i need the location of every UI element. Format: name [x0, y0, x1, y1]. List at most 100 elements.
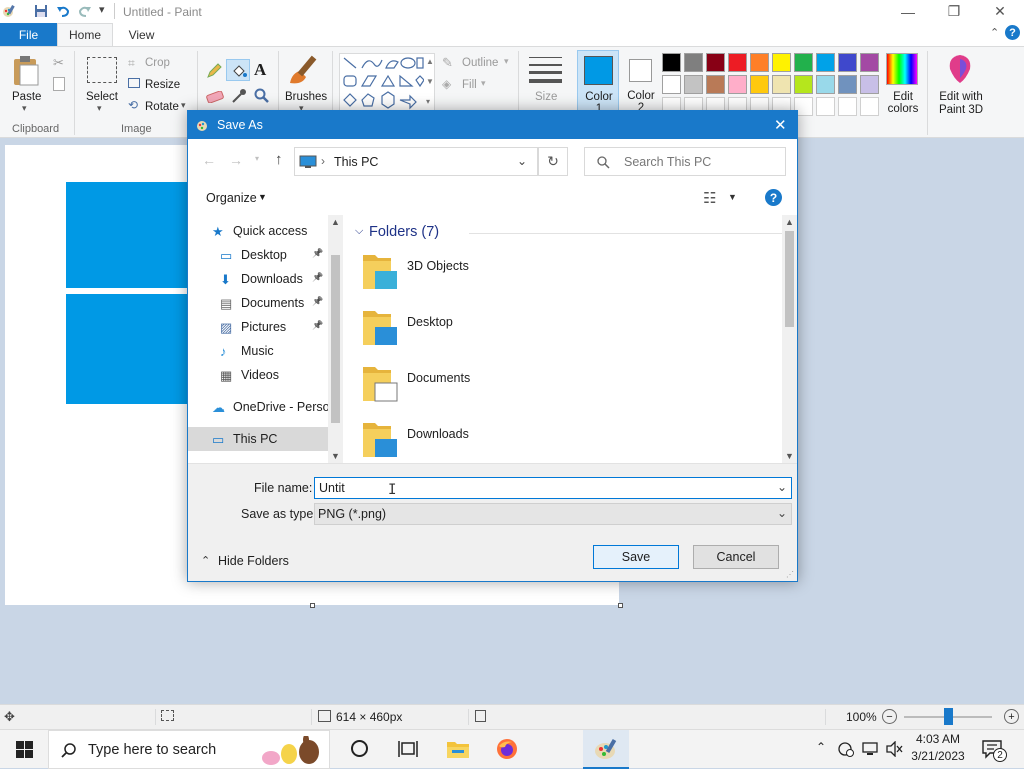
eraser-icon[interactable] — [206, 91, 224, 103]
palette-swatch[interactable] — [816, 97, 835, 116]
pencil-icon[interactable] — [206, 63, 222, 79]
clock-date[interactable]: 3/21/2023 — [909, 749, 967, 763]
task-view-icon[interactable] — [398, 740, 418, 758]
brushes-button[interactable]: Brushes — [285, 91, 327, 103]
palette-swatch[interactable] — [706, 53, 725, 72]
forward-icon[interactable]: → — [229, 152, 243, 168]
resize-grip-icon[interactable]: ⋰ — [786, 570, 794, 579]
palette-swatch[interactable] — [684, 75, 703, 94]
paste-dropdown-icon[interactable]: ▾ — [22, 103, 27, 114]
save-as-type-select[interactable]: PNG (*.png) ⌄ — [314, 503, 792, 525]
palette-swatch[interactable] — [706, 75, 725, 94]
palette-swatch[interactable] — [750, 75, 769, 94]
tab-view[interactable]: View — [113, 23, 170, 46]
show-hidden-icons-icon[interactable]: ⌃ — [816, 740, 826, 754]
palette-swatch[interactable] — [860, 75, 879, 94]
palette-swatch[interactable] — [728, 53, 747, 72]
dialog-help-icon[interactable]: ? — [765, 189, 782, 206]
paste-icon[interactable] — [12, 55, 42, 87]
view-dropdown-icon[interactable]: ▼ — [728, 192, 737, 202]
close-button[interactable]: ✕ — [977, 0, 1023, 23]
cut-icon[interactable]: ✂ — [53, 55, 64, 71]
nav-item-onedrive-person[interactable]: ☁ OneDrive - Person — [188, 395, 328, 419]
text-tool-icon[interactable]: A — [254, 60, 266, 80]
palette-swatch[interactable] — [772, 53, 791, 72]
windows-start-icon[interactable] — [16, 741, 33, 758]
nav-item-downloads[interactable]: ⬇ Downloads 📌 — [188, 267, 328, 291]
palette-swatch[interactable] — [860, 97, 879, 116]
select-dropdown-icon[interactable]: ▾ — [97, 103, 102, 114]
nav-item-desktop[interactable]: ▭ Desktop 📌 — [188, 243, 328, 267]
color-picker-icon[interactable] — [231, 88, 247, 104]
taskbar-search-box[interactable]: Type here to search — [48, 730, 330, 769]
fill-dropdown-icon[interactable]: ▾ — [481, 78, 486, 89]
address-bar[interactable]: › This PC ⌄ — [294, 147, 538, 176]
organize-dropdown-icon[interactable]: ▼ — [258, 192, 267, 202]
pin-icon[interactable]: 📌 — [312, 272, 323, 283]
recent-locations-icon[interactable]: ▾ — [255, 154, 259, 163]
display-icon[interactable] — [861, 741, 879, 757]
cortana-icon[interactable] — [351, 740, 368, 757]
canvas-resize-handle-bottom[interactable] — [310, 603, 315, 608]
hide-folders-button[interactable]: Hide Folders — [218, 554, 289, 568]
network-icon[interactable] — [837, 741, 855, 757]
clock-time[interactable]: 4:03 AM — [913, 732, 963, 746]
folder-item-3d-objects[interactable]: 3D Objects — [363, 249, 671, 301]
tab-file[interactable]: File — [0, 23, 57, 46]
pin-icon[interactable]: 📌 — [312, 296, 323, 307]
outline-button[interactable]: Outline — [462, 57, 498, 69]
minimize-button[interactable]: — — [885, 0, 931, 23]
palette-swatch[interactable] — [838, 97, 857, 116]
magnifier-icon[interactable] — [254, 88, 270, 104]
palette-swatch[interactable] — [838, 53, 857, 72]
palette-swatch[interactable] — [816, 53, 835, 72]
outline-icon[interactable]: ✎ — [442, 55, 453, 71]
paste-button[interactable]: Paste — [12, 91, 41, 103]
nav-item-this-pc[interactable]: ▭ This PC — [188, 427, 328, 451]
content-scrollbar-thumb[interactable] — [785, 231, 794, 327]
nav-scrollbar[interactable]: ▲ ▼ — [328, 215, 343, 463]
crop-icon[interactable]: ⌗ — [128, 56, 135, 71]
brushes-icon[interactable] — [286, 53, 322, 87]
paint3d-icon[interactable] — [946, 53, 974, 85]
nav-scroll-up-icon[interactable]: ▲ — [331, 217, 340, 227]
folder-item-documents[interactable]: Documents — [363, 361, 671, 413]
undo-icon[interactable] — [56, 4, 70, 18]
firefox-icon[interactable] — [496, 738, 518, 760]
shapes-scroll-up-icon[interactable]: ▲ — [426, 57, 434, 66]
zoom-out-icon[interactable]: − — [882, 709, 897, 724]
maximize-button[interactable]: ❐ — [931, 0, 977, 23]
canvas-resize-handle-corner[interactable] — [618, 603, 623, 608]
select-button[interactable]: Select — [86, 91, 118, 103]
palette-swatch[interactable] — [662, 53, 681, 72]
dialog-close-icon[interactable]: ✕ — [774, 116, 787, 134]
copy-icon[interactable] — [53, 77, 65, 91]
palette-swatch[interactable] — [662, 75, 681, 94]
rotate-button[interactable]: Rotate — [145, 101, 179, 113]
folders-group-header[interactable]: Folders (7) — [369, 224, 439, 240]
fill-bucket-tool[interactable] — [226, 59, 250, 81]
palette-swatch[interactable] — [772, 75, 791, 94]
rotate-dropdown-icon[interactable]: ▾ — [181, 100, 186, 111]
palette-swatch[interactable] — [794, 53, 813, 72]
nav-scroll-down-icon[interactable]: ▼ — [331, 451, 340, 461]
palette-swatch[interactable] — [750, 53, 769, 72]
resize-icon[interactable] — [128, 78, 140, 88]
palette-swatch[interactable] — [816, 75, 835, 94]
back-icon[interactable]: ← — [202, 152, 216, 168]
content-scroll-up-icon[interactable]: ▲ — [785, 217, 794, 227]
help-icon[interactable]: ? — [1005, 25, 1020, 40]
file-explorer-icon[interactable] — [446, 739, 470, 759]
folder-item-downloads[interactable]: Downloads — [363, 417, 671, 469]
save-button[interactable]: Save — [593, 545, 679, 569]
file-name-input[interactable]: Untit ⌄ — [314, 477, 792, 499]
nav-item-music[interactable]: ♪ Music — [188, 339, 328, 363]
palette-swatch[interactable] — [684, 53, 703, 72]
volume-muted-icon[interactable] — [885, 741, 903, 757]
nav-scrollbar-thumb[interactable] — [331, 255, 340, 423]
palette-swatch[interactable] — [794, 75, 813, 94]
size-button[interactable]: Size — [535, 91, 557, 103]
pin-icon[interactable]: 📌 — [312, 248, 323, 259]
nav-item-pictures[interactable]: ▨ Pictures 📌 — [188, 315, 328, 339]
nav-item-quick-access[interactable]: ★ Quick access — [188, 219, 328, 243]
